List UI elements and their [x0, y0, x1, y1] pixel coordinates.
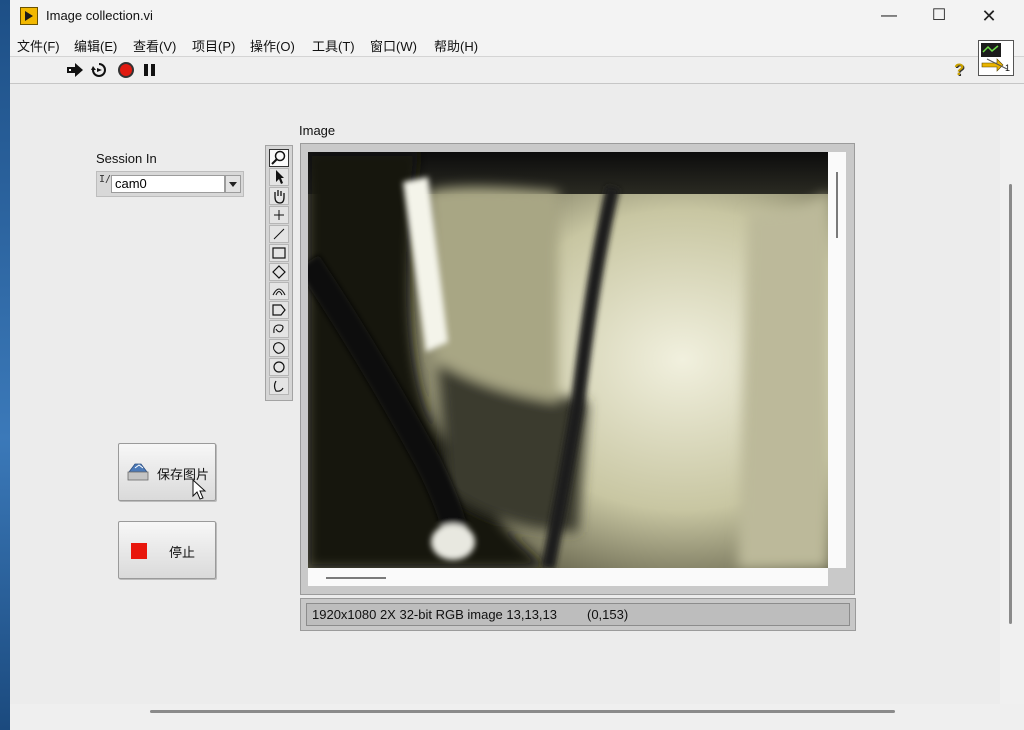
title-bar: Image collection.vi — ☐ ✕: [10, 0, 1024, 32]
image-horizontal-scrollbar[interactable]: [308, 568, 828, 586]
stop-square-icon: [131, 543, 147, 559]
vi-front-panel-window: Image collection.vi — ☐ ✕ 文件(F) 编辑(E) 查看…: [10, 0, 1024, 730]
menu-file[interactable]: 文件(F): [17, 36, 60, 55]
image-vscroll-thumb[interactable]: [836, 172, 838, 238]
line-tool-icon[interactable]: [269, 225, 289, 243]
pan-tool-icon[interactable]: [269, 187, 289, 205]
menu-tools[interactable]: 工具(T): [312, 36, 355, 55]
image-display-label: Image: [299, 123, 336, 138]
vi-icon: 1: [978, 40, 1014, 76]
menu-project[interactable]: 项目(P): [192, 36, 235, 55]
rectangle-tool-icon[interactable]: [269, 244, 289, 262]
rotated-rectangle-tool-icon[interactable]: [269, 263, 289, 281]
image-info-text: 1920x1080 2X 32-bit RGB image 13,13,13: [312, 607, 558, 622]
oval-tool-icon[interactable]: [269, 358, 289, 376]
panel-horizontal-scrollbar[interactable]: [10, 704, 1024, 730]
panel-vertical-scrollbar[interactable]: [1000, 84, 1024, 704]
annulus-tool-icon[interactable]: [269, 282, 289, 300]
select-tool-icon[interactable]: [269, 168, 289, 186]
stop-label: 停止: [169, 545, 196, 560]
polygon-tool-icon[interactable]: [269, 301, 289, 319]
image-info-field: 1920x1080 2X 32-bit RGB image 13,13,13 (…: [306, 603, 850, 626]
point-tool-icon[interactable]: [269, 206, 289, 224]
help-icon[interactable]: ?: [954, 60, 972, 79]
zoom-tool-icon[interactable]: [269, 149, 289, 167]
mouse-pointer-icon: [192, 479, 207, 500]
toolbar: ?: [10, 56, 1024, 84]
freehand-region-tool-icon[interactable]: [269, 339, 289, 357]
vi-icon-badge: 1: [1005, 63, 1011, 73]
run-continuously-icon[interactable]: [90, 61, 108, 79]
freehand-line-tool-icon[interactable]: [269, 320, 289, 338]
minimize-button[interactable]: —: [867, 4, 911, 28]
panel-hscroll-thumb[interactable]: [150, 710, 895, 713]
window-title: Image collection.vi: [46, 8, 153, 23]
menu-operate[interactable]: 操作(O): [250, 36, 295, 55]
pixel-coordinate-text: (0,153): [587, 607, 629, 622]
session-dropdown-arrow[interactable]: [225, 175, 241, 193]
image-hscroll-thumb[interactable]: [326, 577, 386, 579]
image-vertical-scrollbar[interactable]: [828, 152, 846, 568]
close-button[interactable]: ✕: [967, 4, 1011, 28]
menu-edit[interactable]: 编辑(E): [74, 36, 117, 55]
run-arrow-icon[interactable]: [66, 61, 84, 79]
broken-line-tool-icon[interactable]: [269, 377, 289, 395]
stop-button[interactable]: 停止: [118, 521, 216, 579]
session-in-control[interactable]: I/O cam0: [96, 171, 244, 197]
camera-frame-image: [308, 152, 828, 568]
abort-execution-icon[interactable]: [117, 61, 135, 79]
maximize-button[interactable]: ☐: [917, 4, 961, 28]
save-image-icon: [127, 463, 149, 481]
desktop-background: [0, 0, 10, 730]
labview-app-icon: [20, 7, 38, 25]
session-in-label: Session In: [96, 151, 157, 166]
menu-help[interactable]: 帮助(H): [434, 36, 478, 55]
panel-vscroll-thumb[interactable]: [1009, 184, 1012, 624]
pause-icon[interactable]: [141, 61, 159, 79]
image-tools-palette: [265, 145, 293, 401]
menu-window[interactable]: 窗口(W): [370, 36, 417, 55]
menu-bar: 文件(F) 编辑(E) 查看(V) 项目(P) 操作(O) 工具(T) 窗口(W…: [10, 32, 1024, 56]
session-in-value[interactable]: cam0: [111, 175, 225, 193]
camera-image-view[interactable]: [308, 152, 828, 568]
menu-view[interactable]: 查看(V): [133, 36, 176, 55]
image-info-bar: 1920x1080 2X 32-bit RGB image 13,13,13 (…: [300, 598, 856, 631]
